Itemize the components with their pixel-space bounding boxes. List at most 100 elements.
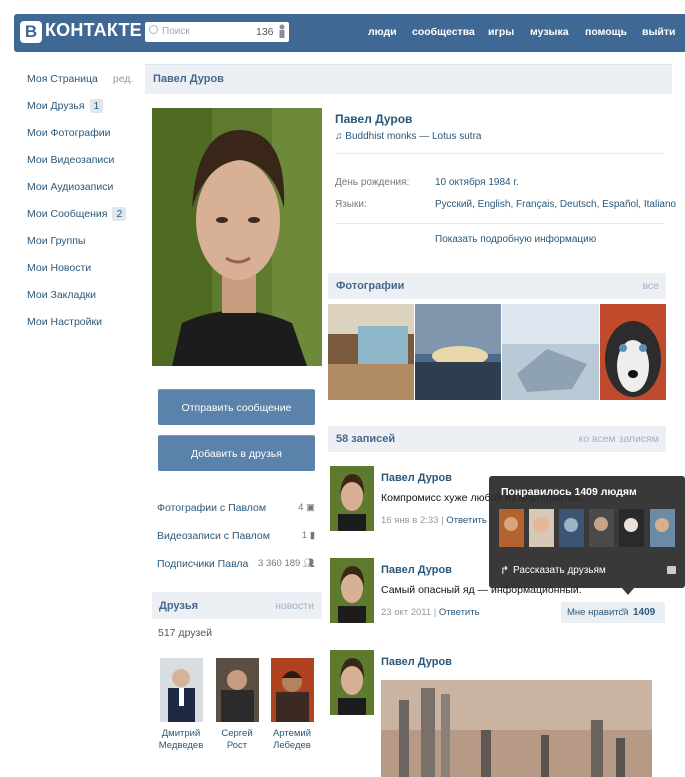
friend-card[interactable]: Дмитрий Медведев xyxy=(157,658,205,752)
show-more-info-link[interactable]: Показать подробную информацию xyxy=(435,234,596,245)
stat-videos-with[interactable]: Видеозаписи с Павлом 1 ▮ xyxy=(157,530,315,542)
profile-name: Павел Дуров xyxy=(335,112,413,126)
wall-section-header[interactable]: 58 записей ко всем записям xyxy=(328,426,666,452)
photo-thumbnail[interactable] xyxy=(415,304,501,400)
stat-label[interactable]: Фотографии с Павлом xyxy=(157,502,266,514)
sidebar-item-my-page[interactable]: Моя Страница ред. xyxy=(27,72,145,99)
friend-last-name[interactable]: Медведев xyxy=(157,740,205,752)
friend-avatar[interactable] xyxy=(215,658,259,722)
friend-last-name[interactable]: Лебедев xyxy=(268,740,316,752)
friend-avatar[interactable] xyxy=(159,658,203,722)
sidebar-item-label[interactable]: Мои Видеозаписи xyxy=(27,153,114,167)
photos-title[interactable]: Фотографии xyxy=(336,280,404,292)
photos-section-header[interactable]: Фотографии все xyxy=(328,273,666,299)
divider xyxy=(335,223,664,224)
sidebar-item-label[interactable]: Мои Друзья xyxy=(27,99,85,113)
languages-value[interactable]: Русский, English, Français, Deutsch, Esp… xyxy=(435,199,676,210)
post-date[interactable]: 16 янв в 2:33 xyxy=(381,515,438,526)
friends-title[interactable]: Друзья xyxy=(159,600,198,612)
sidebar-item-label[interactable]: Мои Настройки xyxy=(27,315,102,329)
liker-avatar[interactable] xyxy=(499,509,524,547)
wall-title[interactable]: 58 записей xyxy=(336,433,395,445)
profile-avatar[interactable] xyxy=(152,108,322,366)
like-count[interactable]: 1409 xyxy=(633,607,655,618)
post-date[interactable]: 23 окт 2011 xyxy=(381,607,431,618)
send-message-button[interactable]: Отправить сообщение xyxy=(158,389,315,425)
post-author-name[interactable]: Павел Дуров xyxy=(381,656,452,668)
person-icon xyxy=(279,24,285,38)
liker-avatar[interactable] xyxy=(650,509,675,547)
sidebar-item-videos[interactable]: Мои Видеозаписи xyxy=(27,153,145,180)
friend-first-name[interactable]: Артемий xyxy=(268,728,316,740)
friends-section-header[interactable]: Друзья новости xyxy=(152,592,322,619)
friend-avatar[interactable] xyxy=(270,658,314,722)
sidebar-item-bookmarks[interactable]: Мои Закладки xyxy=(27,288,145,315)
reply-link[interactable]: Ответить xyxy=(439,607,480,618)
friend-last-name[interactable]: Рост xyxy=(213,740,261,752)
liker-avatar[interactable] xyxy=(559,509,584,547)
sidebar-item-label[interactable]: Мои Фотографии xyxy=(27,126,111,140)
sidebar-item-friends[interactable]: Мои Друзья 1 xyxy=(27,99,145,126)
stat-photos-with[interactable]: Фотографии с Павлом 4 ▣ xyxy=(157,502,315,514)
stat-count: 3 360 189 👥︎ xyxy=(258,558,315,569)
comment-icon[interactable] xyxy=(667,566,676,574)
like-button[interactable]: Мне нравится ♥ 1409 xyxy=(561,602,665,623)
sidebar-item-label[interactable]: Мои Аудиозаписи xyxy=(27,180,113,194)
stat-followers[interactable]: Подписчики Павла 3 360 189 👥︎ xyxy=(157,558,315,570)
vk-logo-text[interactable]: КОНТАКТЕ xyxy=(45,20,142,41)
reply-link[interactable]: Ответить xyxy=(446,515,487,526)
sidebar-item-audio[interactable]: Мои Аудиозаписи xyxy=(27,180,145,207)
like-label[interactable]: Мне нравится xyxy=(567,607,628,618)
nav-help[interactable]: помощь xyxy=(585,26,627,38)
friend-card[interactable]: Сергей Рост xyxy=(213,658,261,752)
friend-card[interactable]: Артемий Лебедев xyxy=(268,658,316,752)
sidebar-item-photos[interactable]: Мои Фотографии xyxy=(27,126,145,153)
nav-logout[interactable]: выйти xyxy=(642,26,675,38)
edit-link[interactable]: ред. xyxy=(113,72,134,86)
sidebar-item-label[interactable]: Мои Группы xyxy=(27,234,85,248)
sidebar-item-groups[interactable]: Мои Группы xyxy=(27,234,145,261)
likes-popup-title[interactable]: Понравилось 1409 людям xyxy=(501,486,637,498)
post-author-avatar[interactable] xyxy=(330,650,374,715)
photos-all-link[interactable]: все xyxy=(642,280,659,292)
post-author-avatar[interactable] xyxy=(330,466,374,531)
heart-icon[interactable]: ♥ xyxy=(621,605,628,617)
sidebar-item-label[interactable]: Мои Сообщения xyxy=(27,207,107,221)
share-with-friends-link[interactable]: Рассказать друзьям xyxy=(513,565,606,576)
camera-icon: ▣ xyxy=(306,502,315,513)
vk-logo-icon[interactable]: В xyxy=(20,21,42,43)
stat-label[interactable]: Видеозаписи с Павлом xyxy=(157,530,270,542)
messages-count-badge: 2 xyxy=(112,207,127,221)
stat-label[interactable]: Подписчики Павла xyxy=(157,558,248,570)
post-author-name[interactable]: Павел Дуров xyxy=(381,472,452,484)
sidebar-item-news[interactable]: Мои Новости xyxy=(27,261,145,288)
wall-all-link[interactable]: ко всем записям xyxy=(578,433,659,445)
sidebar-item-messages[interactable]: Мои Сообщения 2 xyxy=(27,207,145,234)
sidebar-item-label[interactable]: Мои Закладки xyxy=(27,288,96,302)
add-friend-button[interactable]: Добавить в друзья xyxy=(158,435,315,471)
page-title-bar: Павел Дуров xyxy=(145,64,672,94)
birthday-value[interactable]: 10 октября 1984 г. xyxy=(435,177,519,188)
nav-music[interactable]: музыка xyxy=(530,26,569,38)
photo-thumbnail[interactable] xyxy=(600,304,666,400)
liker-avatar[interactable] xyxy=(589,509,614,547)
nav-people[interactable]: люди xyxy=(368,26,397,38)
post-author-avatar[interactable] xyxy=(330,558,374,623)
post-author-name[interactable]: Павел Дуров xyxy=(381,564,452,576)
post-photo[interactable] xyxy=(381,680,652,777)
liker-avatar[interactable] xyxy=(619,509,644,547)
sidebar-item-label[interactable]: Моя Страница xyxy=(27,72,98,86)
friend-first-name[interactable]: Дмитрий xyxy=(157,728,205,740)
sidebar-item-label[interactable]: Мои Новости xyxy=(27,261,91,275)
photo-thumbnail[interactable] xyxy=(502,304,599,400)
nav-games[interactable]: игры xyxy=(488,26,514,38)
stat-count: 4 ▣ xyxy=(298,502,315,513)
friend-first-name[interactable]: Сергей xyxy=(213,728,261,740)
nav-communities[interactable]: сообщества xyxy=(412,26,475,38)
friends-news-link[interactable]: новости xyxy=(275,600,314,612)
share-icon[interactable]: ↱ xyxy=(500,564,509,577)
liker-avatar[interactable] xyxy=(529,509,554,547)
sidebar-item-settings[interactable]: Мои Настройки xyxy=(27,315,145,342)
profile-status[interactable]: ♫ Buddhist monks — Lotus sutra xyxy=(335,131,481,142)
photo-thumbnail[interactable] xyxy=(328,304,414,400)
